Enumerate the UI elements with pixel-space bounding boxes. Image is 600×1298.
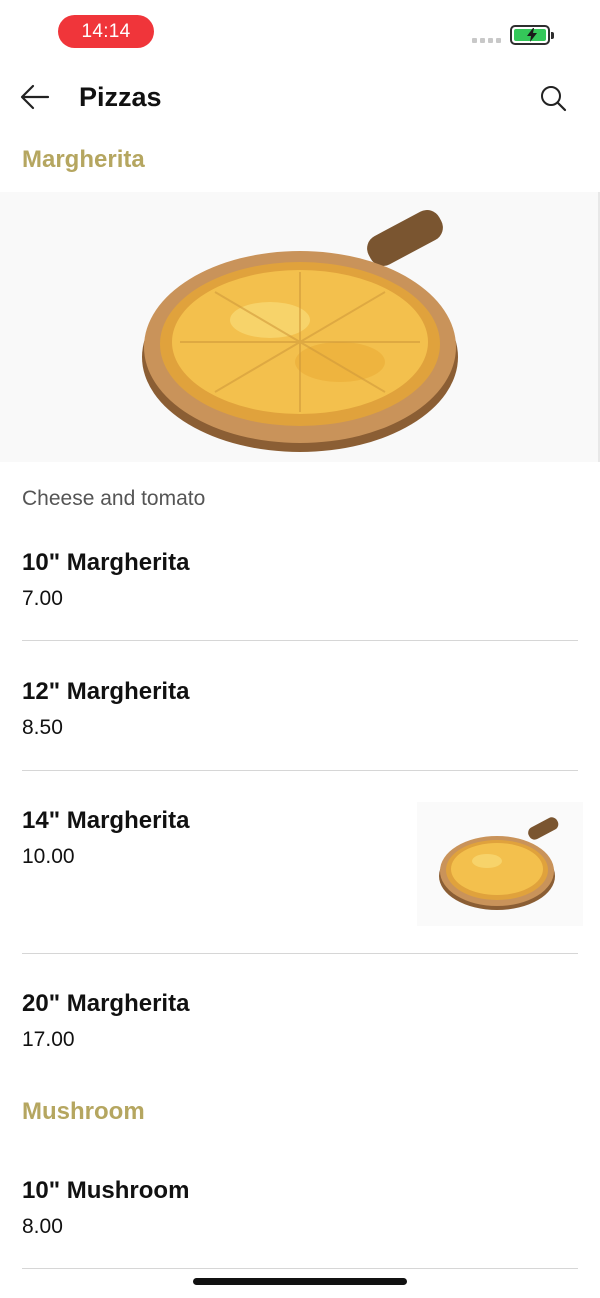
item-name: 10" Margherita [22, 549, 190, 576]
divider [22, 953, 578, 954]
pizza-image [142, 210, 458, 452]
home-indicator[interactable] [193, 1278, 407, 1285]
signal-icon [472, 38, 501, 43]
item-name: 20" Margherita [22, 990, 190, 1017]
item-price: 7.00 [22, 587, 63, 610]
battery-charging-icon [510, 25, 554, 45]
item-name: 12" Margherita [22, 678, 190, 705]
divider [22, 640, 578, 641]
hero-image [0, 192, 600, 462]
status-time: 14:14 [58, 15, 154, 48]
item-price: 8.00 [22, 1215, 63, 1238]
menu-item[interactable]: 20" Margherita 17.00 [22, 990, 578, 1052]
nav-bar: Pizzas [0, 64, 600, 132]
item-price: 8.50 [22, 716, 63, 739]
item-thumbnail[interactable] [417, 802, 583, 926]
section-description: Cheese and tomato [22, 487, 206, 510]
status-bar: 14:14 [0, 0, 600, 64]
menu-item[interactable]: 12" Margherita 8.50 [22, 678, 578, 740]
menu-item[interactable]: 10" Mushroom 8.00 [22, 1177, 578, 1239]
section-title-mushroom: Mushroom [22, 1098, 145, 1125]
item-price: 17.00 [22, 1028, 75, 1051]
menu-item[interactable]: 10" Margherita 7.00 [22, 549, 578, 611]
item-name: 10" Mushroom [22, 1177, 190, 1204]
divider [22, 1268, 578, 1269]
section-title-margherita: Margherita [22, 146, 145, 173]
divider [22, 770, 578, 771]
search-icon[interactable] [539, 84, 567, 112]
page-title: Pizzas [79, 82, 162, 112]
back-arrow-icon[interactable] [20, 84, 50, 110]
